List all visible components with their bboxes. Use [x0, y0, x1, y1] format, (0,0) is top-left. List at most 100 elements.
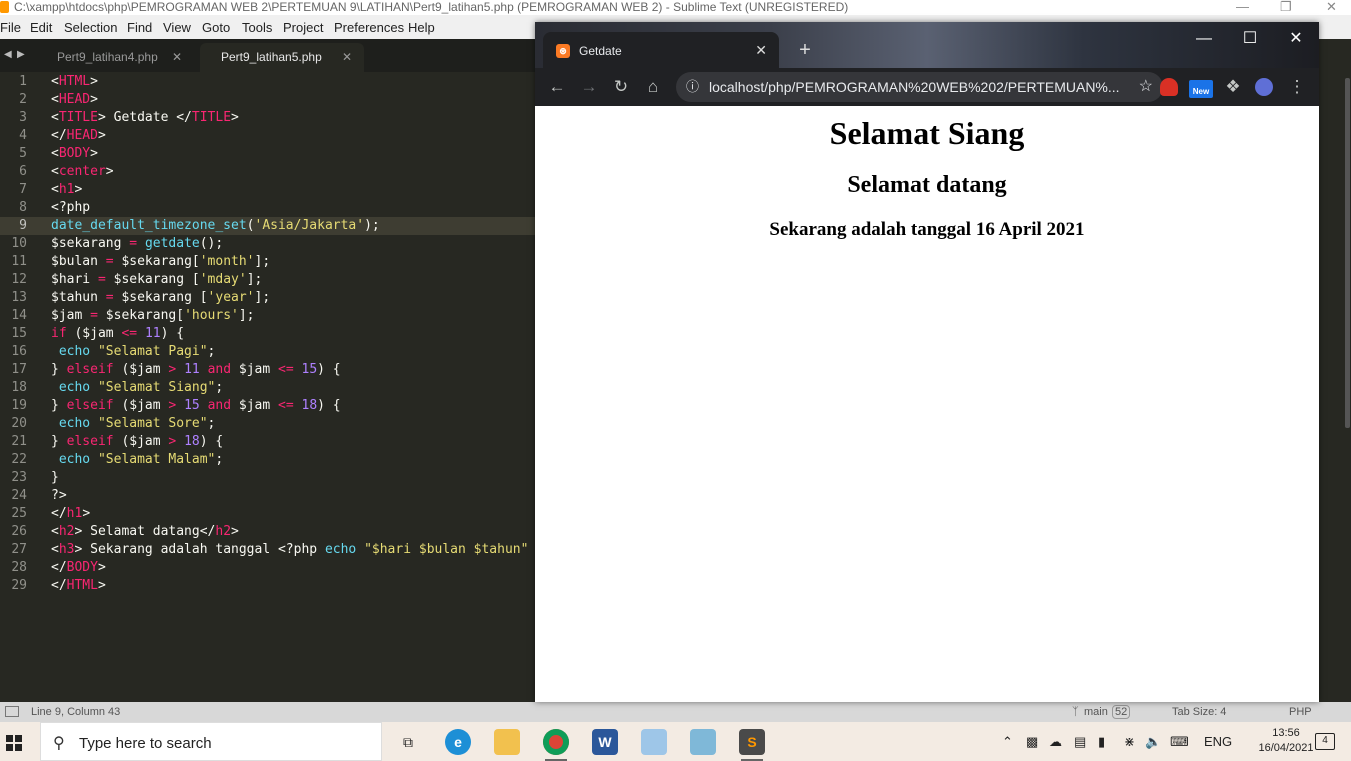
code-token: } — [51, 470, 59, 485]
task-view-icon[interactable]: ⧉ — [395, 729, 421, 755]
notification-center-icon[interactable]: 4 — [1315, 733, 1335, 750]
close-tab-icon[interactable]: ✕ — [342, 43, 352, 72]
system-clock[interactable]: 13:56 16/04/2021 — [1256, 726, 1316, 756]
keyboard-icon[interactable]: ⌨ — [1170, 734, 1189, 750]
code-line[interactable]: 8 <?php — [0, 199, 535, 217]
chrome-taskbar-icon[interactable] — [543, 729, 569, 761]
bookmark-star-icon[interactable]: ☆ — [1139, 72, 1153, 102]
menu-preferences[interactable]: Preferences — [334, 20, 404, 35]
file-explorer-icon[interactable] — [494, 729, 520, 755]
code-line[interactable]: 10 $sekarang = getdate(); — [0, 235, 535, 253]
code-line[interactable]: 6 <center> — [0, 163, 535, 181]
tab-pert9-latihan5[interactable]: Pert9_latihan5.php ✕ — [200, 43, 364, 72]
tab-size[interactable]: Tab Size: 4 — [1172, 706, 1226, 718]
windows-start-icon[interactable] — [6, 735, 22, 751]
code-line[interactable]: 14 $jam = $sekarang['hours']; — [0, 307, 535, 325]
chrome-menu-icon[interactable]: ⋮ — [1286, 76, 1308, 98]
minimap[interactable] — [1319, 72, 1351, 702]
site-info-icon[interactable]: ⓘ — [686, 72, 699, 102]
menu-help[interactable]: Help — [408, 20, 435, 35]
address-bar[interactable]: ⓘ localhost/php/PEMROGRAMAN%20WEB%202/PE… — [676, 72, 1163, 102]
tray-chevron-up-icon[interactable]: ⌃ — [1002, 734, 1013, 750]
puzzle-extensions-icon[interactable]: ❖ — [1222, 76, 1244, 98]
code-line[interactable]: 13 $tahun = $sekarang ['year']; — [0, 289, 535, 307]
close-tab-icon[interactable]: ✕ — [172, 43, 182, 72]
taskbar-search[interactable]: ⚲ Type here to search — [40, 722, 382, 761]
code-line[interactable]: 4 </HEAD> — [0, 127, 535, 145]
code-line[interactable]: 26 <h2> Selamat datang</h2> — [0, 523, 535, 541]
close-icon[interactable]: ✕ — [1326, 0, 1337, 14]
profile-avatar-icon[interactable] — [1255, 78, 1273, 96]
tab-prev-icon[interactable]: ◀ — [4, 49, 12, 60]
restore-icon[interactable]: ❐ — [1280, 0, 1292, 14]
new-tab-icon[interactable]: + — [793, 38, 817, 62]
new-extension-icon[interactable]: New — [1189, 80, 1213, 98]
wifi-icon[interactable]: ⋇ — [1124, 734, 1135, 750]
reload-icon[interactable]: ↻ — [610, 76, 632, 98]
home-icon[interactable]: ⌂ — [642, 76, 664, 98]
paint-icon[interactable] — [641, 729, 667, 755]
edge-icon[interactable]: e — [445, 729, 471, 755]
code-line[interactable]: 15 if ($jam <= 11) { — [0, 325, 535, 343]
code-token: if — [51, 326, 67, 341]
git-branch[interactable]: main — [1084, 706, 1108, 718]
word-icon[interactable]: W — [592, 729, 618, 755]
code-line[interactable]: 27 <h3> Sekarang adalah tanggal <?php ech… — [0, 541, 535, 559]
code-line[interactable]: 20 echo "Selamat Sore"; — [0, 415, 535, 433]
vertical-scrollbar[interactable] — [1345, 78, 1350, 428]
chrome-tab-getdate[interactable]: ⊛ Getdate ✕ — [543, 32, 779, 68]
windows-taskbar: ⚲ Type here to search ⧉ e W S ⌃ ▩ ☁ ▤ ▮ … — [0, 722, 1351, 761]
code-token: ?> — [51, 488, 67, 503]
code-line[interactable]: 19} elseif ($jam > 15 and $jam <= 18) { — [0, 397, 535, 415]
code-line[interactable]: 29 </HTML> — [0, 577, 535, 595]
code-line[interactable]: 12 $hari = $sekarang ['mday']; — [0, 271, 535, 289]
code-line[interactable]: 9 date_default_timezone_set('Asia/Jakarta… — [0, 217, 535, 235]
menu-project[interactable]: Project — [283, 20, 323, 35]
code-line[interactable]: 22 echo "Selamat Malam"; — [0, 451, 535, 469]
shield-extension-icon[interactable] — [1160, 78, 1178, 96]
volume-icon[interactable]: 🔈 — [1145, 734, 1161, 750]
forward-icon[interactable]: → — [578, 76, 600, 98]
code-line[interactable]: 3 <TITLE> Getdate </TITLE> — [0, 109, 535, 127]
sublime-taskbar-icon[interactable]: S — [739, 729, 765, 761]
code-line[interactable]: 2 <HEAD> — [0, 91, 535, 109]
code-line[interactable]: 25 </h1> — [0, 505, 535, 523]
code-line[interactable]: 7 <h1> — [0, 181, 535, 199]
tray-display-icon[interactable]: ▤ — [1074, 734, 1086, 750]
onedrive-icon[interactable]: ☁ — [1049, 734, 1062, 750]
code-line[interactable]: 23} — [0, 469, 535, 487]
close-tab-icon[interactable]: ✕ — [755, 42, 767, 59]
menu-file[interactable]: File — [0, 20, 21, 35]
code-line[interactable]: 1 <HTML> — [0, 73, 535, 91]
menu-view[interactable]: View — [163, 20, 191, 35]
notepad-app-icon[interactable] — [690, 729, 716, 755]
menu-find[interactable]: Find — [127, 20, 152, 35]
code-line[interactable]: 11 $bulan = $sekarang['month']; — [0, 253, 535, 271]
menu-tools[interactable]: Tools — [242, 20, 272, 35]
menu-edit[interactable]: Edit — [30, 20, 52, 35]
code-line[interactable]: 24 ?> — [0, 487, 535, 505]
chrome-maximize-icon[interactable]: ☐ — [1227, 26, 1273, 56]
minimize-icon[interactable]: — — [1236, 0, 1249, 14]
chrome-close-icon[interactable]: ✕ — [1273, 26, 1319, 56]
back-icon[interactable]: ← — [546, 76, 568, 98]
code-line[interactable]: 17} elseif ($jam > 11 and $jam <= 15) { — [0, 361, 535, 379]
code-line[interactable]: 18 echo "Selamat Siang"; — [0, 379, 535, 397]
menu-selection[interactable]: Selection — [64, 20, 117, 35]
code-line[interactable]: 21} elseif ($jam > 18) { — [0, 433, 535, 451]
code-line[interactable]: 16 echo "Selamat Pagi"; — [0, 343, 535, 361]
code-line[interactable]: 5 <BODY> — [0, 145, 535, 163]
code-token: ) { — [160, 326, 185, 341]
tray-app-icon[interactable]: ▩ — [1026, 734, 1038, 750]
tab-pert9-latihan4[interactable]: Pert9_latihan4.php ✕ — [42, 43, 194, 72]
syntax-indicator[interactable]: PHP — [1289, 706, 1312, 718]
code-editor[interactable]: 1 <HTML> 2 <HEAD> 3 <TITLE> Getdate </TITLE> 4… — [0, 72, 535, 702]
code-token: } — [51, 362, 67, 377]
menu-goto[interactable]: Goto — [202, 20, 230, 35]
code-line[interactable]: 28 </BODY> — [0, 559, 535, 577]
language-indicator[interactable]: ENG — [1204, 734, 1232, 749]
battery-icon[interactable]: ▮ — [1098, 734, 1105, 750]
chrome-minimize-icon[interactable]: — — [1181, 26, 1227, 56]
panel-toggle-icon[interactable] — [5, 706, 19, 717]
tab-next-icon[interactable]: ▶ — [17, 49, 25, 60]
